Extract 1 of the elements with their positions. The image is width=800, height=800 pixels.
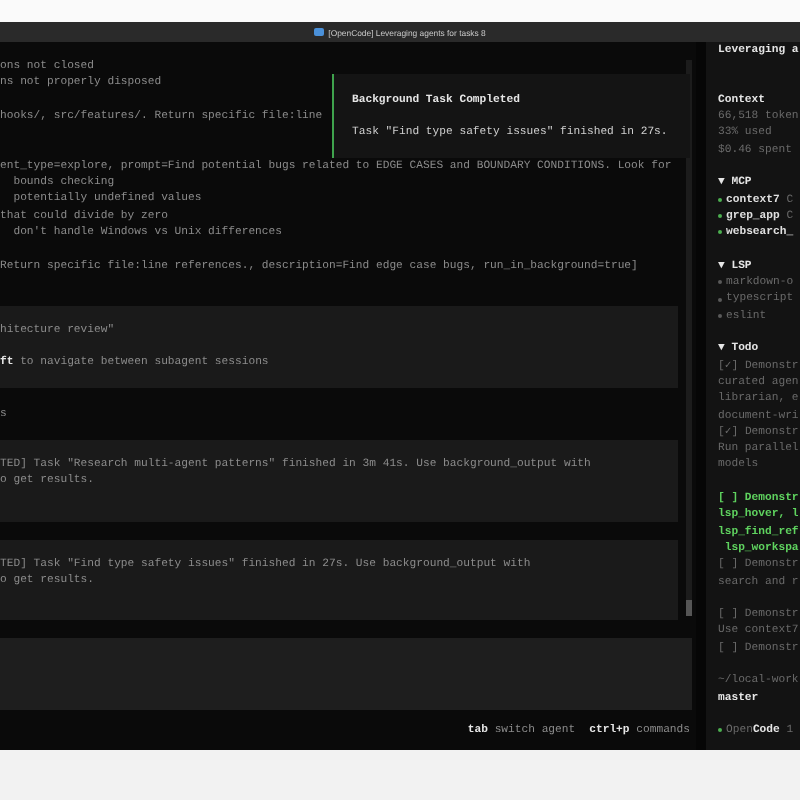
terminal-icon [314,28,325,36]
